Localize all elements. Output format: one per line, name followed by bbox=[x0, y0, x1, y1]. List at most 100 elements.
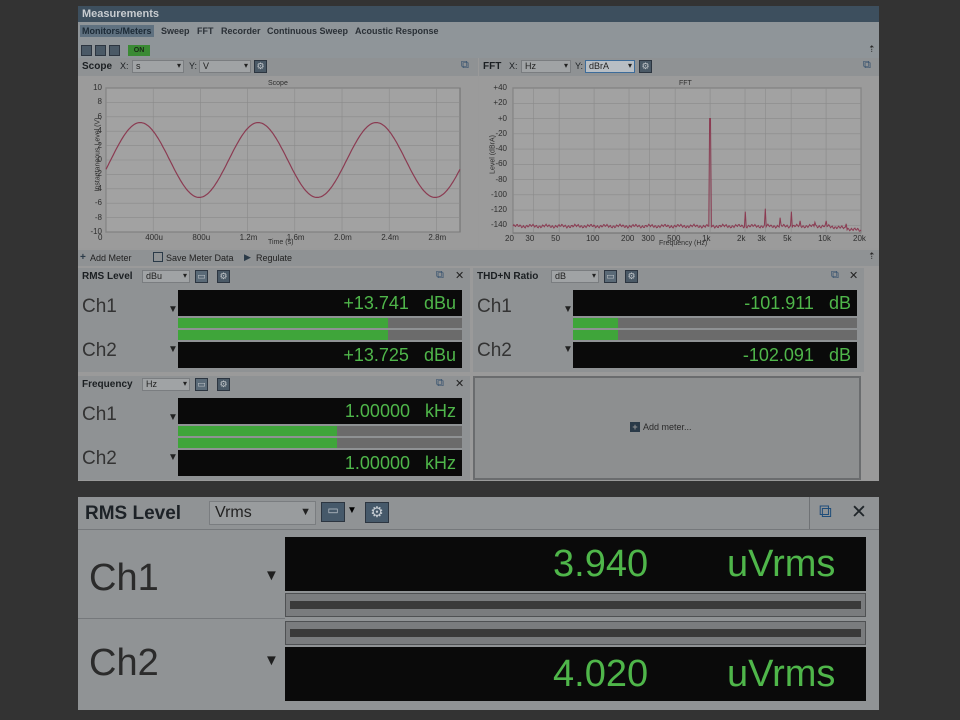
frequency-ch2-unit: kHz bbox=[425, 453, 456, 473]
popout-icon[interactable]: ⧉ bbox=[461, 59, 469, 72]
rms-ch2-bar-fill bbox=[178, 330, 389, 340]
rms-ch2-value: +13.725 dBu bbox=[178, 342, 462, 368]
pin-icon[interactable]: ⇡ bbox=[868, 251, 876, 262]
pin-icon[interactable]: ⇡ bbox=[868, 44, 876, 55]
chevron-down-icon[interactable]: ▼ bbox=[168, 412, 178, 423]
gear-icon[interactable]: ⚙ bbox=[625, 270, 638, 283]
chevron-down-icon[interactable]: ▼ bbox=[563, 304, 573, 315]
popout-icon[interactable]: ⧉ bbox=[863, 59, 871, 72]
tick-label: 0 bbox=[97, 155, 102, 164]
gear-icon[interactable]: ⚙ bbox=[217, 378, 230, 391]
tick-label: 5k bbox=[783, 234, 792, 243]
big-rms-ch2-bar-track bbox=[290, 629, 861, 637]
big-rms-ch1-bar-track bbox=[290, 601, 861, 609]
big-rms-header: RMS Level Vrms ▼ ▭ ▼ ⚙ ⧉ ✕ bbox=[78, 497, 879, 529]
close-icon[interactable]: ✕ bbox=[851, 501, 867, 524]
close-icon[interactable]: ✕ bbox=[849, 269, 858, 282]
add-icon[interactable]: + bbox=[630, 422, 640, 432]
tick-label: +40 bbox=[493, 83, 507, 92]
gear-icon[interactable]: ⚙ bbox=[217, 270, 230, 283]
thdn-ch1-unit: dB bbox=[828, 293, 851, 313]
rms-unit-select[interactable]: dBu bbox=[142, 270, 190, 283]
tick-label: 20k bbox=[853, 234, 866, 243]
chart-icon[interactable]: ▭ bbox=[604, 270, 617, 283]
tick-label: 50 bbox=[551, 234, 561, 243]
save-icon[interactable] bbox=[153, 252, 163, 262]
chevron-down-icon[interactable]: ▼ bbox=[264, 567, 279, 584]
chevron-down-icon[interactable]: ▼ bbox=[168, 344, 178, 355]
thdn-ch1-number: -101.911 bbox=[744, 293, 814, 313]
rms-ch1-bar-fill bbox=[178, 318, 389, 328]
thdn-ch2-value: -102.091 dB bbox=[573, 342, 857, 368]
big-rms-title: RMS Level bbox=[85, 503, 182, 524]
tab-monitors-meters[interactable]: Monitors/Meters bbox=[80, 25, 154, 37]
layout-icon[interactable] bbox=[109, 45, 120, 56]
chevron-down-icon[interactable]: ▼ bbox=[168, 452, 178, 463]
frequency-ch1-value: 1.00000 kHz bbox=[178, 398, 462, 424]
play-icon[interactable]: ▶ bbox=[244, 252, 251, 263]
add-meter-button[interactable]: Add Meter bbox=[90, 253, 132, 263]
chart-icon[interactable]: ▭ bbox=[195, 378, 208, 391]
tick-label: 10 bbox=[93, 83, 102, 92]
thdn-unit-select[interactable]: dB bbox=[551, 270, 599, 283]
tick-label: -40 bbox=[495, 144, 507, 154]
rms-ch2-number: +13.725 bbox=[343, 345, 409, 365]
popout-icon[interactable]: ⧉ bbox=[436, 269, 444, 282]
chart-icon[interactable]: ▭ bbox=[195, 270, 208, 283]
frequency-ch2-label: Ch2 bbox=[82, 448, 117, 469]
scope-x-unit-select[interactable]: s bbox=[132, 60, 184, 73]
tick-label: -120 bbox=[490, 205, 507, 215]
tab-recorder[interactable]: Recorder bbox=[221, 26, 261, 36]
scope-chart bbox=[105, 87, 461, 233]
chevron-down-icon[interactable]: ▼ bbox=[347, 505, 357, 516]
frequency-unit-select[interactable]: Hz bbox=[142, 378, 190, 391]
fft-y-unit-select[interactable]: dBrA bbox=[585, 60, 635, 73]
tick-label: 2.0m bbox=[334, 233, 352, 242]
tick-label: 2k bbox=[737, 234, 746, 243]
chevron-down-icon[interactable]: ▼ bbox=[264, 652, 279, 669]
fft-x-unit-select[interactable]: Hz bbox=[521, 60, 571, 73]
tab-continuous-sweep[interactable]: Continuous Sweep bbox=[267, 26, 348, 36]
chevron-down-icon[interactable]: ▼ bbox=[168, 304, 178, 315]
layout-icon[interactable] bbox=[81, 45, 92, 56]
frequency-ch2-number: 1.00000 bbox=[344, 453, 410, 473]
popout-icon[interactable]: ⧉ bbox=[819, 501, 832, 522]
rms-ch2-unit: dBu bbox=[423, 345, 456, 365]
tick-label: 6 bbox=[97, 111, 102, 121]
chart-icon[interactable]: ▭ bbox=[321, 502, 345, 522]
tick-label: +20 bbox=[493, 98, 507, 108]
view-toolbar: ON ⇡ bbox=[78, 44, 879, 58]
close-icon[interactable]: ✕ bbox=[455, 269, 464, 282]
close-icon[interactable]: ✕ bbox=[455, 377, 464, 390]
tick-label: +0 bbox=[497, 113, 507, 123]
regulate-button[interactable]: Regulate bbox=[256, 253, 292, 263]
popout-icon[interactable]: ⧉ bbox=[831, 269, 839, 282]
tick-label: 3k bbox=[757, 234, 766, 243]
tick-label: -4 bbox=[94, 183, 102, 193]
gear-icon[interactable]: ⚙ bbox=[365, 502, 389, 523]
big-rms-ch2-number: 4.020 bbox=[553, 653, 649, 695]
on-toggle[interactable]: ON bbox=[128, 45, 150, 56]
add-meter-panel[interactable]: + Add meter... bbox=[473, 376, 861, 480]
popout-icon[interactable]: ⧉ bbox=[436, 377, 444, 390]
frequency-ch2-bar bbox=[178, 438, 462, 448]
layout-icon[interactable] bbox=[95, 45, 106, 56]
big-rms-unit-select[interactable]: Vrms ▼ bbox=[209, 501, 316, 525]
add-meter-label[interactable]: Add meter... bbox=[643, 422, 692, 432]
fft-plot-title: FFT bbox=[679, 80, 692, 87]
tick-label: 200 bbox=[621, 234, 635, 243]
gear-icon[interactable]: ⚙ bbox=[639, 60, 652, 73]
frequency-meter-title: Frequency bbox=[82, 379, 133, 390]
add-icon[interactable]: + bbox=[80, 252, 86, 263]
tab-sweep[interactable]: Sweep bbox=[161, 26, 190, 36]
tick-label: -8 bbox=[94, 212, 102, 222]
save-meter-data-button[interactable]: Save Meter Data bbox=[166, 253, 234, 263]
scope-y-unit-select[interactable]: V bbox=[199, 60, 251, 73]
gear-icon[interactable]: ⚙ bbox=[254, 60, 267, 73]
tick-label: 1.6m bbox=[286, 233, 305, 242]
chevron-down-icon[interactable]: ▼ bbox=[563, 344, 573, 355]
tab-acoustic-response[interactable]: Acoustic Response bbox=[355, 26, 439, 36]
tab-fft[interactable]: FFT bbox=[197, 26, 214, 36]
tick-label: 2.8m bbox=[428, 233, 447, 242]
thdn-ch1-label: Ch1 bbox=[477, 296, 512, 317]
